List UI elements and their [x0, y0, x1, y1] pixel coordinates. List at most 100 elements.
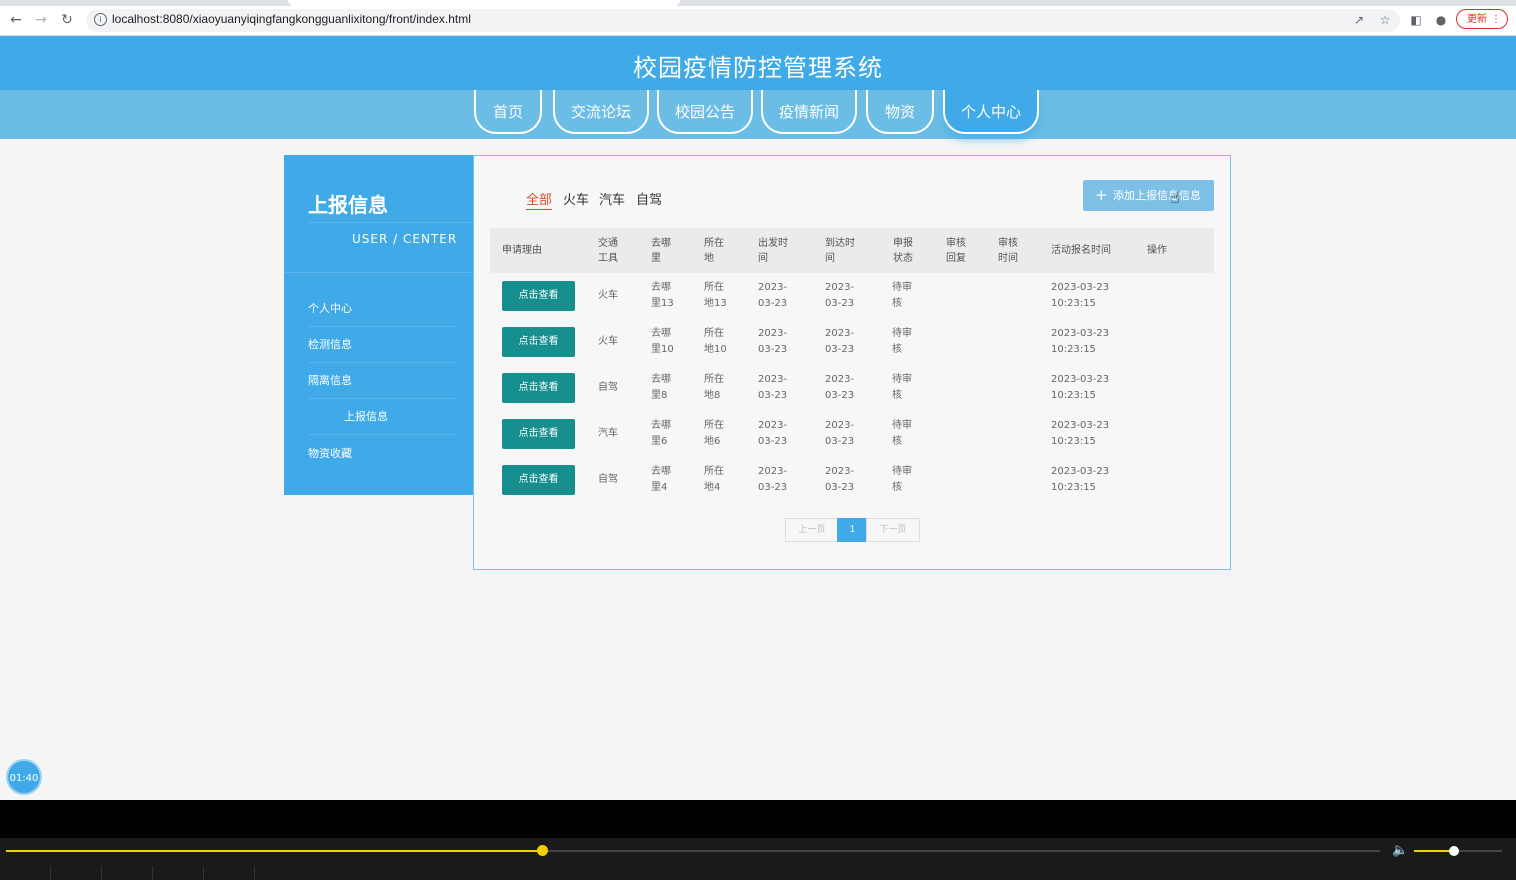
recording-timer[interactable]: 01:40: [6, 759, 42, 795]
view-details-button[interactable]: 点击查看: [502, 373, 575, 403]
cell-status-line: 核: [892, 482, 902, 493]
column-header-text: 审核: [946, 238, 966, 249]
column-header: 所在地: [704, 236, 724, 266]
bookmark-star-icon[interactable]: ☆: [1377, 12, 1393, 28]
column-header-text: 回复: [946, 253, 966, 264]
cell-destination: 去哪 里10: [651, 326, 674, 358]
cell-destination-line: 去哪: [651, 282, 671, 293]
cell-destination-line: 里13: [651, 298, 674, 309]
sidebar-item-quarantine-info[interactable]: 隔离信息: [308, 363, 456, 399]
back-arrow-icon[interactable]: ←: [6, 10, 26, 30]
cell-registration-time-line: 10:23:15: [1051, 298, 1096, 309]
control-slot[interactable]: [153, 866, 204, 880]
cell-destination-line: 里10: [651, 344, 674, 355]
column-header-text: 操作: [1147, 245, 1167, 256]
cell-destination: 去哪里13: [651, 280, 674, 312]
view-details-button[interactable]: 点击查看: [502, 327, 575, 357]
cell-location-line: 所在: [704, 420, 724, 431]
sidebar-item-supply-favorites[interactable]: 物资收藏: [308, 436, 456, 471]
cell-status-line: 核: [892, 298, 902, 309]
cell-arrival-time-line: 2023-: [825, 282, 855, 293]
nav-item-forum[interactable]: 交流论坛: [553, 90, 649, 134]
sidebar-subtitle: USER / CENTER: [352, 232, 458, 246]
nav-item-home[interactable]: 首页: [474, 90, 542, 134]
side-panel-icon[interactable]: ◧: [1408, 12, 1424, 28]
nav-item-supplies[interactable]: 物资: [866, 90, 934, 134]
cell-destination-line: 里8: [651, 390, 668, 401]
site-header: 校园疫情防控管理系统: [0, 36, 1516, 90]
share-icon[interactable]: ↗: [1351, 12, 1367, 28]
cell-arrival-time-line: 03-23: [825, 436, 855, 447]
address-bar[interactable]: i localhost:8080/xiaoyuanyiqingfangkongg…: [86, 9, 1400, 32]
view-details-button[interactable]: 点击查看: [502, 465, 575, 495]
cell-status: 待审核: [892, 326, 912, 358]
cell-destination: 去哪里8: [651, 372, 671, 404]
profile-avatar-icon[interactable]: ●: [1433, 12, 1449, 28]
add-report-button[interactable]: + 添加上报信息信息: [1083, 180, 1214, 211]
cell-arrival-time-line: 03-23: [825, 298, 855, 309]
cell-departure-time: 2023- 03-23: [758, 372, 787, 404]
cell-arrival-time: 2023- 03-23: [825, 418, 854, 450]
filter-tab-bus[interactable]: 汽车: [599, 189, 625, 208]
column-header-text: 出发时: [758, 238, 788, 249]
filter-tab-self-drive[interactable]: 自驾: [636, 189, 662, 208]
cell-status-line: 核: [892, 390, 902, 401]
control-slot[interactable]: [102, 866, 153, 880]
volume-handle[interactable]: [1449, 846, 1459, 856]
cell-location-line: 地4: [704, 482, 721, 493]
add-report-label: 添加上报信息信息: [1113, 189, 1201, 202]
pager-next-button[interactable]: 下一页: [866, 518, 920, 542]
cell-registration-time-line: 2023-03-23: [1051, 420, 1110, 431]
sidebar: 上报信息 USER / CENTER 个人中心 检测信息 隔离信息 上报信息 物…: [284, 155, 473, 495]
filter-tab-train[interactable]: 火车: [563, 189, 589, 208]
divider: [284, 272, 473, 273]
nav-item-news[interactable]: 疫情新闻: [761, 90, 857, 134]
plus-icon: +: [1095, 186, 1108, 204]
cell-destination-line: 去哪: [651, 374, 671, 385]
pager-current-page[interactable]: 1: [837, 518, 868, 542]
cell-location-line: 地13: [704, 298, 727, 309]
cell-location-line: 所在: [704, 466, 724, 477]
cell-vehicle: 自驾: [598, 382, 618, 393]
cell-destination-line: 去哪: [651, 466, 671, 477]
reload-icon[interactable]: ↻: [57, 10, 77, 30]
column-header: 到达时间: [825, 236, 855, 266]
cell-arrival-time: 2023- 03-23: [825, 326, 854, 358]
column-header: 申请理由: [502, 243, 542, 258]
control-slot[interactable]: [51, 866, 102, 880]
column-header: 活动报名时间: [1051, 243, 1111, 258]
cell-location-line: 所在: [704, 328, 724, 339]
cell-departure-time-line: 03-23: [758, 436, 788, 447]
sidebar-item-personal-center[interactable]: 个人中心: [308, 291, 456, 327]
view-details-button[interactable]: 点击查看: [502, 419, 575, 449]
cell-status-line: 待审: [892, 466, 912, 477]
control-slot[interactable]: [0, 866, 51, 880]
mouse-cursor-icon: ☝: [1170, 188, 1180, 207]
cell-registration-time-line: 2023-03-23: [1051, 466, 1110, 477]
view-details-button[interactable]: 点击查看: [502, 281, 575, 311]
cell-arrival-time-line: 2023-: [825, 466, 855, 477]
column-header-text: 去哪: [651, 238, 671, 249]
cell-departure-time-line: 03-23: [758, 344, 788, 355]
nav-item-personal-center[interactable]: 个人中心: [943, 90, 1039, 134]
info-icon[interactable]: i: [94, 13, 107, 26]
browser-toolbar: ← → ↻ i localhost:8080/xiaoyuanyiqingfan…: [0, 6, 1516, 36]
column-header-text: 工具: [598, 253, 618, 264]
volume-icon[interactable]: 🔈: [1392, 843, 1408, 858]
url-text[interactable]: localhost:8080/xiaoyuanyiqingfangkonggua…: [112, 12, 471, 26]
column-header: 审核 时间: [998, 236, 1018, 266]
cell-location: 所在 地6: [704, 418, 724, 450]
update-button[interactable]: 更新 ⋮: [1456, 9, 1508, 29]
filter-tab-all[interactable]: 全部: [526, 189, 553, 210]
control-slot[interactable]: [204, 866, 255, 880]
forward-arrow-icon[interactable]: →: [31, 10, 51, 30]
cell-arrival-time-line: 2023-: [825, 374, 855, 385]
sidebar-item-report-info[interactable]: 上报信息: [308, 399, 456, 435]
nav-item-notices[interactable]: 校园公告: [657, 90, 753, 134]
pager-prev-button[interactable]: 上一页: [785, 518, 839, 542]
main-nav: [0, 90, 1516, 139]
cell-location: 所在 地8: [704, 372, 724, 404]
sidebar-item-test-info[interactable]: 检测信息: [308, 327, 456, 363]
column-header-text: 申请理由: [502, 245, 542, 256]
seek-handle[interactable]: [537, 845, 548, 856]
